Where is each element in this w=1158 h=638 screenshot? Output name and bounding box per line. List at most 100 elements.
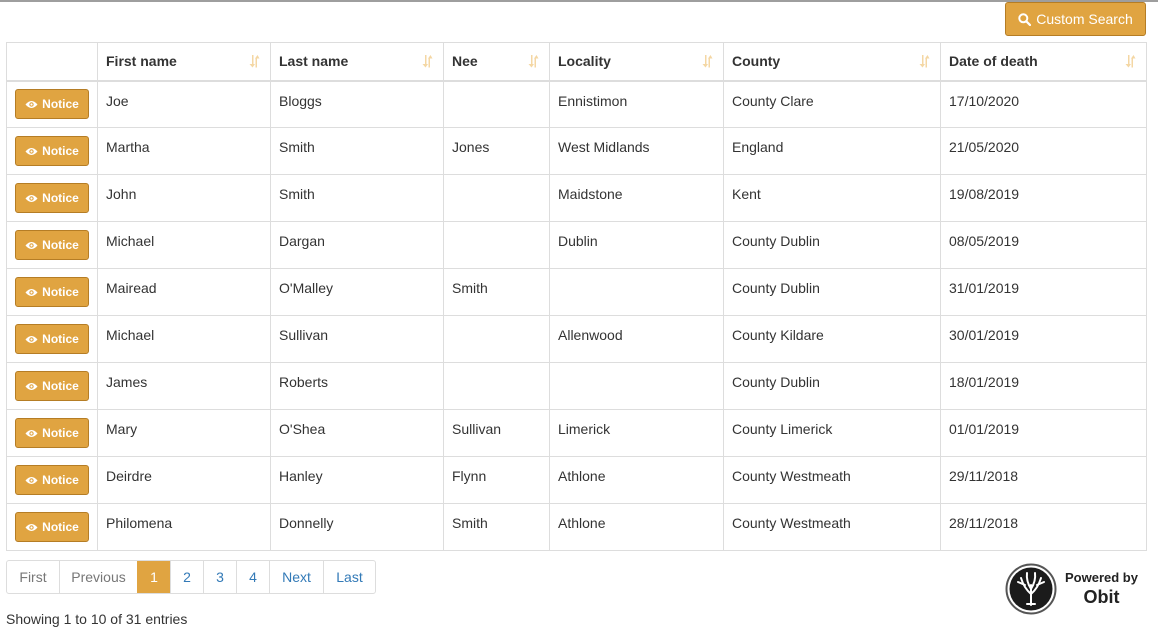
header-last-name[interactable]: Last name (270, 42, 444, 82)
sort-icon[interactable] (249, 55, 261, 68)
cell-last-name: Sullivan (270, 315, 444, 363)
cell-actions: Notice (6, 503, 98, 551)
sort-icon[interactable] (919, 55, 931, 68)
cell-date-of-death: 18/01/2019 (940, 362, 1147, 410)
cell-actions: Notice (6, 268, 98, 316)
cell-last-name: Smith (270, 174, 444, 222)
notice-button[interactable]: Notice (15, 277, 89, 307)
cell-first-name: James (97, 362, 271, 410)
eye-icon (25, 147, 38, 155)
sort-icon[interactable] (702, 55, 714, 68)
cell-text: West Midlands (558, 139, 650, 155)
cell-actions: Notice (6, 80, 98, 128)
notice-button[interactable]: Notice (15, 230, 89, 260)
cell-text (452, 316, 541, 327)
pagination-page-3[interactable]: 3 (203, 561, 236, 593)
pagination-page-2[interactable]: 2 (170, 561, 203, 593)
cell-text: Hanley (279, 468, 323, 484)
pagination-page-4[interactable]: 4 (236, 561, 269, 593)
cell-text (452, 175, 541, 186)
cell-text: Sullivan (452, 421, 502, 437)
notice-button[interactable]: Notice (15, 183, 89, 213)
table-row: Notice Michael Dargan Dublin County Dublin 08… (6, 221, 1147, 269)
cell-text: Philomena (106, 515, 173, 531)
cell-first-name: Philomena (97, 503, 271, 551)
notice-button[interactable]: Notice (15, 465, 89, 495)
header-locality[interactable]: Locality (549, 42, 724, 82)
eye-icon (25, 523, 38, 531)
pagination-previous[interactable]: Previous (59, 561, 137, 593)
header-county[interactable]: County (723, 42, 941, 82)
cell-date-of-death: 29/11/2018 (940, 456, 1147, 504)
header-first-name[interactable]: First name (97, 42, 271, 82)
pagination: First Previous 1 2 3 4 Next Last (6, 560, 376, 594)
custom-search-button[interactable]: Custom Search (1005, 2, 1146, 36)
tree-logo-icon (1005, 563, 1057, 615)
eye-icon (25, 476, 38, 484)
cell-county: County Dublin (723, 362, 941, 410)
cell-locality: Ennistimon (549, 80, 724, 128)
notice-button[interactable]: Notice (15, 418, 89, 448)
cell-text: County Dublin (732, 374, 820, 390)
cell-text: Donnelly (279, 515, 334, 531)
eye-icon (25, 194, 38, 202)
notice-label: Notice (42, 238, 79, 252)
table-body: Notice Joe Bloggs Ennistimon County Clare 17/… (6, 80, 1147, 551)
cell-text: Dargan (279, 233, 325, 249)
sort-icon[interactable] (528, 55, 540, 68)
cell-actions: Notice (6, 127, 98, 175)
cell-nee (443, 315, 550, 363)
cell-nee: Smith (443, 268, 550, 316)
cell-text: 18/01/2019 (949, 374, 1020, 390)
cell-text: Ennistimon (558, 92, 628, 109)
cell-locality: West Midlands (549, 127, 724, 175)
notice-button[interactable]: Notice (15, 136, 89, 166)
cell-actions: Notice (6, 174, 98, 222)
cell-actions: Notice (6, 362, 98, 410)
cell-first-name: Mary (97, 409, 271, 457)
sort-icon[interactable] (422, 55, 434, 68)
cell-text (452, 363, 541, 374)
header-label: Locality (558, 53, 611, 70)
cell-date-of-death: 28/11/2018 (940, 503, 1147, 551)
cell-text: Michael (106, 233, 155, 249)
cell-county: England (723, 127, 941, 175)
cell-county: County Westmeath (723, 503, 941, 551)
table-row: Notice Mairead O'Malley Smith County Dublin 3… (6, 268, 1147, 316)
cell-text: Mary (106, 421, 138, 437)
cell-text: Allenwood (558, 327, 623, 343)
header-date-of-death[interactable]: Date of death (940, 42, 1147, 82)
table-row: Notice Mary O'Shea Sullivan Limerick County L… (6, 409, 1147, 457)
cell-text: Deirdre (106, 468, 152, 484)
cell-text: County Dublin (732, 233, 820, 249)
header-nee[interactable]: Nee (443, 42, 550, 82)
notice-label: Notice (42, 97, 79, 112)
notice-button[interactable]: Notice (15, 512, 89, 542)
table-row: Notice Martha Smith Jones West Midlands Engla… (6, 127, 1147, 175)
cell-text: John (106, 186, 137, 202)
eye-icon (25, 288, 38, 296)
sort-icon[interactable] (1125, 55, 1137, 68)
cell-nee: Jones (443, 127, 550, 175)
powered-by-obit[interactable]: Powered by Obit (1005, 563, 1138, 615)
notice-button[interactable]: Notice (15, 324, 89, 354)
cell-last-name: Hanley (270, 456, 444, 504)
pagination-page-1[interactable]: 1 (137, 561, 170, 593)
pagination-first[interactable]: First (7, 561, 59, 593)
cell-county: County Dublin (723, 221, 941, 269)
cell-date-of-death: 19/08/2019 (940, 174, 1147, 222)
cell-date-of-death: 21/05/2020 (940, 127, 1147, 175)
pagination-next[interactable]: Next (269, 561, 323, 593)
cell-text: Athlone (558, 468, 606, 484)
cell-text: 28/11/2018 (949, 515, 1019, 531)
header-actions (6, 42, 98, 82)
cell-text: 08/05/2019 (949, 233, 1020, 249)
cell-text: Limerick (558, 421, 611, 437)
eye-icon (25, 382, 38, 390)
header-label: Date of death (949, 53, 1038, 70)
notice-label: Notice (42, 473, 79, 487)
notice-button[interactable]: Notice (15, 371, 89, 401)
notice-button[interactable]: Notice (15, 89, 89, 120)
pagination-last[interactable]: Last (323, 561, 375, 593)
cell-text: County Limerick (732, 421, 833, 437)
